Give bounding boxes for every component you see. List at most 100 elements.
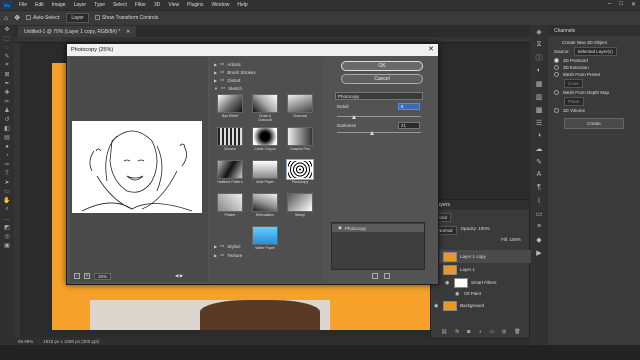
crop-icon[interactable]: ⌗ — [0, 61, 14, 70]
more-tools-icon[interactable]: … — [0, 214, 14, 223]
filter-thumb[interactable]: Stamp — [287, 193, 313, 219]
glyphs-icon[interactable]: A — [530, 168, 548, 181]
detail-slider-knob[interactable] — [351, 115, 356, 119]
adjustment-icon[interactable]: ◑ — [478, 329, 481, 335]
menu-edit[interactable]: Edit — [31, 2, 48, 8]
darkness-slider-knob[interactable] — [370, 131, 375, 135]
channels-icon[interactable]: ≡ — [530, 220, 548, 233]
path-select-icon[interactable]: ➤ — [0, 178, 14, 187]
brush-icon[interactable]: ✏ — [0, 97, 14, 106]
lasso-icon[interactable]: ◌ — [0, 43, 14, 52]
option-3d-postcard[interactable]: 3D Postcard — [548, 57, 640, 64]
opacity-field[interactable]: Opacity: 100% — [461, 226, 490, 235]
source-select[interactable]: Selected Layer(s) — [573, 47, 617, 56]
type-icon[interactable]: T — [0, 169, 14, 178]
filter-thumb[interactable]: Note Paper — [252, 160, 278, 186]
link-icon[interactable]: ⛓ — [441, 329, 447, 335]
menu-file[interactable]: File — [15, 2, 31, 8]
auto-select-checkbox[interactable]: Auto-Select: — [26, 15, 60, 21]
category-distort[interactable]: ▶ ▭ Distort — [214, 77, 240, 83]
menu-help[interactable]: Help — [233, 2, 251, 8]
quick-mask-icon[interactable]: ◎ — [0, 232, 14, 241]
zoom-level[interactable]: 69.98% — [18, 339, 33, 344]
transform-checkbox[interactable]: Show Transform Controls — [94, 15, 158, 21]
layer-select[interactable]: Layer — [66, 13, 89, 23]
gradients-icon[interactable]: ▥ — [530, 90, 548, 103]
healing-icon[interactable]: ✚ — [0, 88, 14, 97]
option-depth-map[interactable]: Mesh From Depth Map — [548, 89, 640, 96]
filter-thumb[interactable]: Bas Relief — [217, 94, 243, 120]
filter-thumb[interactable]: Graphic Pen — [287, 127, 313, 153]
hand-icon[interactable]: ✋ — [0, 196, 14, 205]
eye-icon[interactable]: ◉ — [455, 291, 461, 297]
channels-tab[interactable]: Channels — [554, 28, 575, 34]
delete-effect-layer-icon[interactable] — [384, 273, 390, 279]
darkness-slider[interactable] — [337, 132, 421, 133]
filter-thumb[interactable]: Charcoal — [287, 94, 313, 120]
menu-filter[interactable]: Filter — [131, 2, 150, 8]
new-layer-icon[interactable]: ⊞ — [502, 329, 506, 335]
menu-image[interactable]: Image — [48, 2, 70, 8]
filter-thumb[interactable]: Plaster — [217, 193, 243, 219]
trash-icon[interactable]: 🗑 — [514, 329, 520, 335]
fill-field[interactable]: Fill: 100% — [501, 237, 521, 242]
filter-thumb[interactable]: Chalk & Charcoal — [252, 94, 278, 122]
category-sketch[interactable]: ▼ ▭ Sketch — [214, 85, 242, 91]
move-tool-icon[interactable]: ✥ — [14, 14, 20, 22]
category-artistic[interactable]: ▶ ▭ Artistic — [214, 61, 241, 67]
timeline-icon[interactable]: ▭ — [530, 207, 548, 220]
pen-icon[interactable]: ✑ — [0, 160, 14, 169]
color-icon[interactable]: ◐ — [530, 64, 548, 77]
cancel-button[interactable]: Cancel — [341, 74, 423, 84]
libraries-icon[interactable]: ☁ — [530, 142, 548, 155]
character-icon[interactable]: ¶ — [530, 181, 548, 194]
maximize-icon[interactable]: □ — [619, 1, 623, 8]
brushes-icon[interactable]: ✎ — [530, 155, 548, 168]
patterns-icon[interactable]: ▩ — [530, 103, 548, 116]
menu-3d[interactable]: 3D — [150, 2, 164, 8]
menu-type[interactable]: Type — [90, 2, 109, 8]
frame-icon[interactable]: ⊠ — [0, 70, 14, 79]
new-effect-layer-icon[interactable] — [372, 273, 378, 279]
detail-slider[interactable] — [337, 116, 421, 117]
eye-icon[interactable]: ◉ — [434, 303, 440, 309]
actions-icon[interactable]: ▶ — [530, 246, 548, 259]
close-icon[interactable]: ✕ — [631, 1, 636, 8]
eye-icon[interactable]: ◉ — [338, 225, 342, 231]
zoom-in-icon[interactable]: + — [84, 273, 90, 279]
category-stylize[interactable]: ▶ ▭ Stylize — [214, 243, 241, 249]
filter-thumb[interactable]: Reticulation — [252, 193, 278, 219]
layer-row[interactable]: ◉ Layer 1 copy — [431, 250, 531, 263]
filter-thumb[interactable]: Chrome — [217, 127, 243, 153]
adjustments-icon[interactable]: ◑ — [530, 129, 548, 142]
zoom-select[interactable]: 25% — [94, 272, 112, 280]
depth-map-select[interactable]: Plane — [548, 96, 640, 107]
filter-thumb[interactable]: Halftone Pattern — [217, 160, 243, 186]
history-icon[interactable]: ⧖ — [530, 38, 548, 51]
eraser-icon[interactable]: ◧ — [0, 124, 14, 133]
eye-icon[interactable]: ◉ — [445, 280, 451, 286]
zoom-icon[interactable]: ⌕ — [0, 205, 14, 214]
blur-icon[interactable]: ● — [0, 142, 14, 151]
preset-select[interactable]: Cone — [548, 78, 640, 89]
gradient-icon[interactable]: ▤ — [0, 133, 14, 142]
properties-icon[interactable]: ☰ — [530, 116, 548, 129]
filter-select[interactable]: Photocopy — [335, 92, 423, 100]
tab-close-icon[interactable]: ✕ — [126, 29, 130, 35]
eyedropper-icon[interactable]: ✒ — [0, 79, 14, 88]
create-button[interactable]: Create — [564, 118, 624, 129]
layer-row[interactable]: Layer 1 — [431, 263, 531, 276]
layers-icon[interactable]: ◆ — [530, 233, 548, 246]
menu-select[interactable]: Select — [109, 2, 131, 8]
ok-button[interactable]: OK — [341, 61, 423, 71]
dialog-close-icon[interactable]: ✕ — [428, 45, 434, 53]
home-icon[interactable]: ⌂ — [4, 15, 8, 22]
quick-select-icon[interactable]: ✎ — [0, 52, 14, 61]
option-3d-volume[interactable]: 3D Volume — [548, 107, 640, 114]
history-brush-icon[interactable]: ↺ — [0, 115, 14, 124]
filter-thumb[interactable]: Conté Crayon — [252, 127, 278, 153]
group-icon[interactable]: ▭ — [489, 329, 494, 335]
effect-layer-row[interactable]: ◉ Photocopy — [332, 224, 424, 232]
category-texture[interactable]: ▶ ▭ Texture — [214, 252, 242, 258]
menu-layer[interactable]: Layer — [70, 2, 91, 8]
